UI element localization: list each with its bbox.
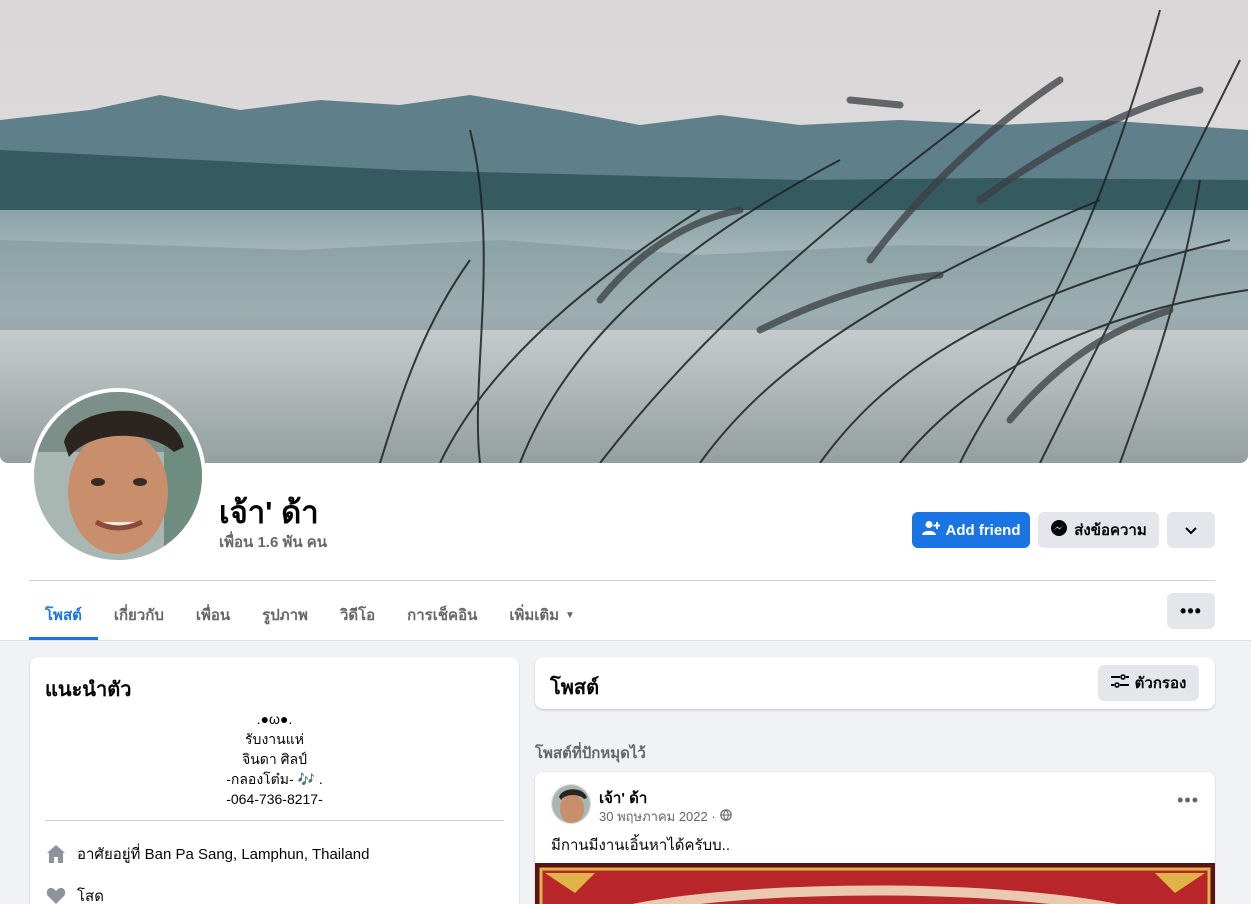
- add-friend-label: Add friend: [945, 521, 1021, 539]
- tab-label: เพื่อน: [195, 607, 231, 624]
- message-button[interactable]: ส่งข้อความ: [1038, 512, 1159, 548]
- filter-button[interactable]: ตัวกรอง: [1098, 665, 1199, 701]
- tab-label: เพิ่มเติม: [509, 607, 560, 624]
- intro-bio: .●ω●. รับงานแห่ จินดา ศิลป์ -กลองโต๋ม- 🎶…: [45, 709, 504, 809]
- tab-photos[interactable]: รูปภาพ: [246, 590, 324, 640]
- relationship-text: โสด: [77, 888, 104, 904]
- tab-more[interactable]: เพิ่มเติม ▼: [493, 590, 591, 640]
- header-bottom-border: [0, 640, 1251, 641]
- tab-friends[interactable]: เพื่อน: [180, 590, 246, 640]
- post-options-button[interactable]: •••: [1177, 790, 1199, 811]
- tab-videos[interactable]: วิดีโอ: [324, 590, 391, 640]
- lives-in-text: อาศัยอยู่ที่ Ban Pa Sang, Lamphun, Thail…: [77, 846, 370, 863]
- intro-divider: [45, 820, 504, 821]
- heart-icon: [45, 885, 67, 904]
- bio-line: .●ω●.: [256, 711, 293, 727]
- tab-label: รูปภาพ: [262, 607, 308, 624]
- profile-actions-dropdown[interactable]: [1167, 512, 1215, 548]
- tab-label: เกี่ยวกับ: [113, 607, 164, 624]
- intro-card: แนะนำตัว .●ω●. รับงานแห่ จินดา ศิลป์ -กล…: [30, 657, 519, 904]
- cover-photo[interactable]: [0, 0, 1248, 463]
- caret-down-icon: ▼: [565, 609, 575, 621]
- ellipsis-icon: •••: [1180, 600, 1202, 621]
- posts-title: โพสต์: [550, 677, 600, 699]
- filter-label: ตัวกรอง: [1134, 675, 1187, 692]
- pinned-post: เจ้า' ด้า 30 พฤษภาคม 2022 · ••• มีกานมีง…: [535, 772, 1215, 904]
- ellipsis-icon: •••: [1177, 790, 1199, 810]
- post-meta: 30 พฤษภาคม 2022 ·: [599, 806, 732, 827]
- intro-lives-in: อาศัยอยู่ที่ Ban Pa Sang, Lamphun, Thail…: [45, 842, 370, 866]
- profile-tabs: โพสต์ เกี่ยวกับ เพื่อน รูปภาพ วิดีโอ การ…: [29, 590, 591, 640]
- header-divider: [29, 580, 1215, 581]
- more-options-button[interactable]: •••: [1167, 593, 1215, 629]
- globe-icon: [719, 809, 732, 824]
- tab-label: วิดีโอ: [339, 607, 376, 624]
- filter-icon: [1110, 674, 1129, 692]
- intro-title: แนะนำตัว: [45, 679, 132, 701]
- post-image[interactable]: [535, 863, 1215, 904]
- tab-posts[interactable]: โพสต์: [29, 590, 98, 640]
- profile-avatar[interactable]: [30, 388, 206, 564]
- bio-line: จินดา ศิลป์: [242, 751, 307, 767]
- post-date[interactable]: 30 พฤษภาคม 2022 ·: [599, 806, 716, 827]
- tab-label: โพสต์: [45, 607, 82, 624]
- intro-relationship: โสด: [45, 884, 104, 904]
- post-text: มีกานมีงานเอิ้นหาได้ครับบ..: [551, 837, 730, 854]
- home-icon: [45, 843, 67, 865]
- bio-line: -064-736-8217-: [226, 791, 323, 807]
- tab-about[interactable]: เกี่ยวกับ: [98, 590, 180, 640]
- pinned-posts-label: โพสต์ที่ปักหมุดไว้: [535, 745, 646, 762]
- bio-line: รับงานแห่: [245, 731, 304, 747]
- chevron-down-icon: [1185, 522, 1197, 539]
- tab-label: การเช็คอิน: [407, 607, 478, 624]
- add-friend-icon: [921, 520, 940, 540]
- posts-header: โพสต์ ตัวกรอง: [535, 657, 1215, 709]
- bio-line: -กลองโต๋ม- 🎶 .: [226, 771, 323, 787]
- friends-count[interactable]: เพื่อน 1.6 พัน คน: [219, 530, 327, 554]
- post-author-avatar[interactable]: [551, 784, 591, 824]
- messenger-icon: [1050, 519, 1068, 541]
- add-friend-button[interactable]: Add friend: [912, 512, 1030, 548]
- message-label: ส่งข้อความ: [1074, 522, 1147, 539]
- tab-checkins[interactable]: การเช็คอิน: [391, 590, 493, 640]
